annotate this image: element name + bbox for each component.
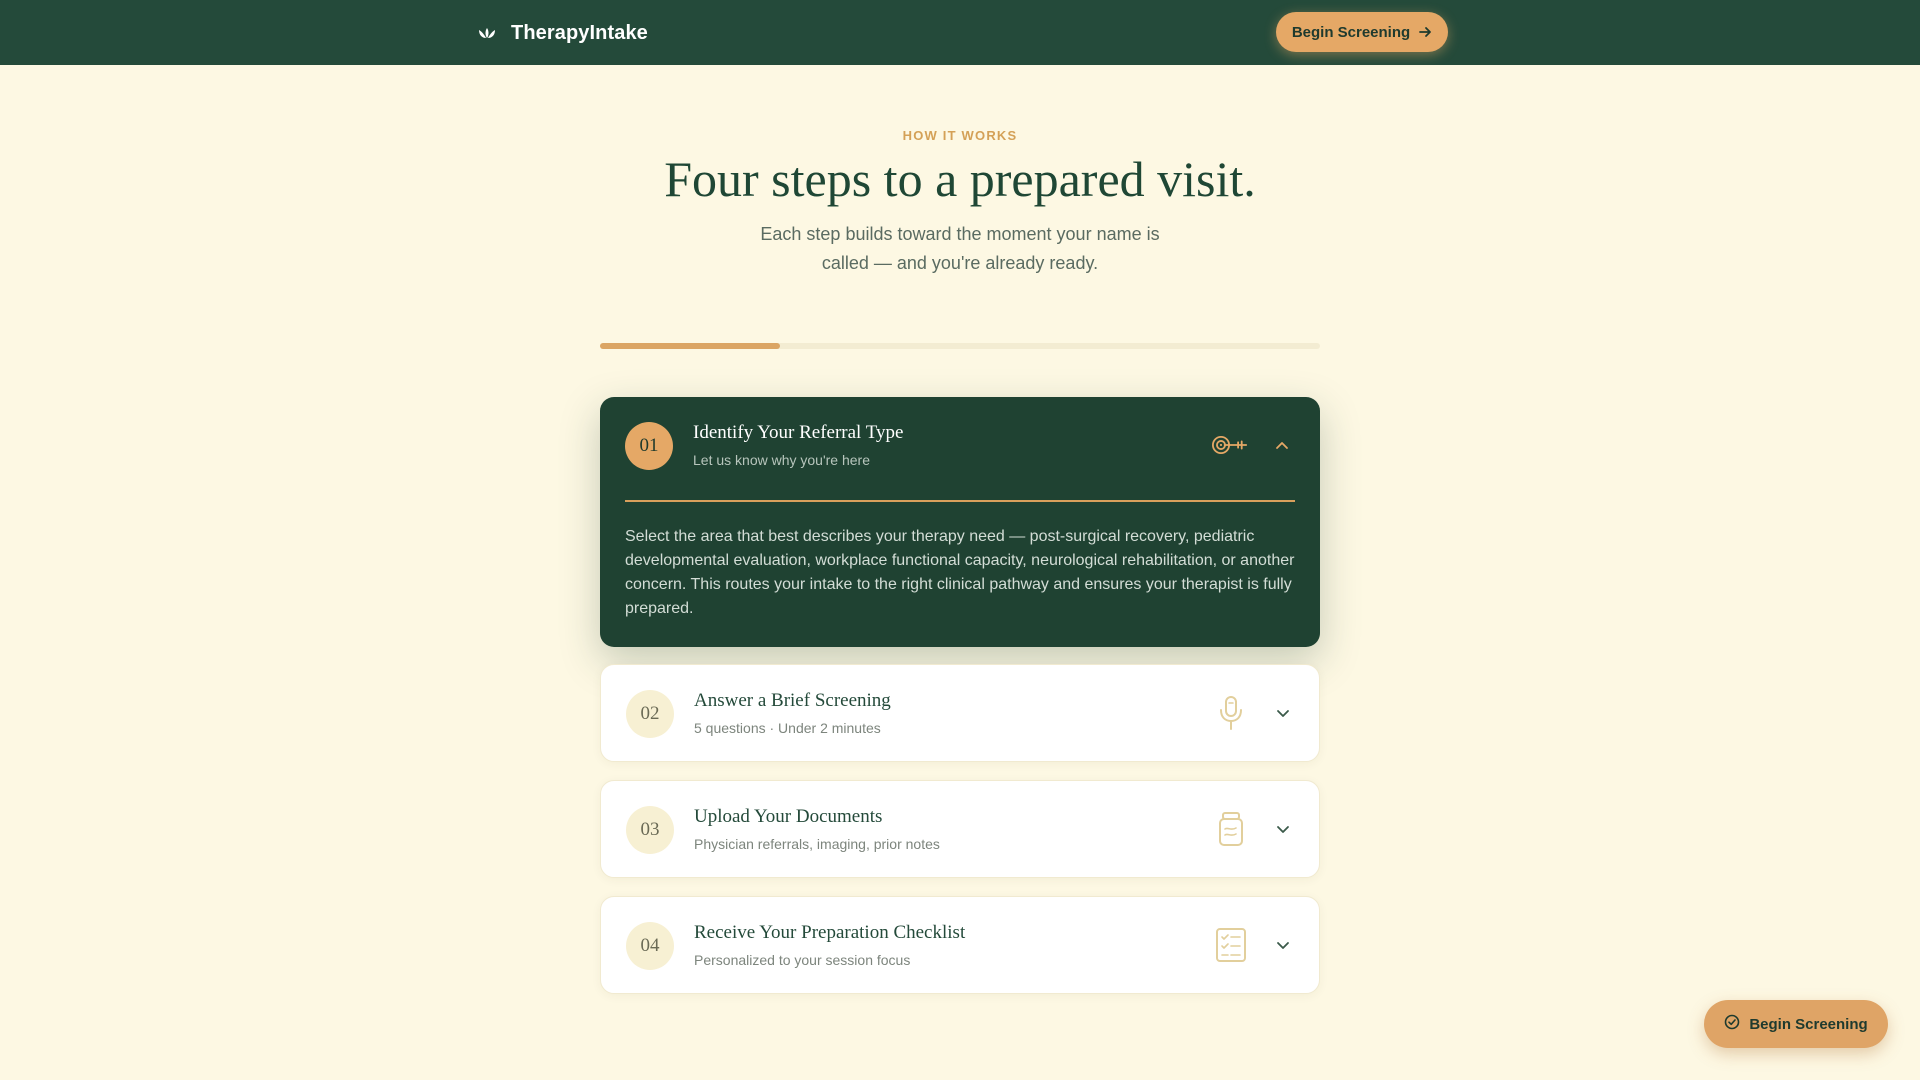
step-divider xyxy=(625,500,1295,502)
chevron-up-icon[interactable] xyxy=(1272,435,1292,455)
brand[interactable]: TherapyIntake xyxy=(477,20,648,46)
step-header[interactable]: 01 Identify Your Referral Type Let us kn… xyxy=(600,397,1320,494)
step-card-2[interactable]: 02 Answer a Brief Screening 5 questions … xyxy=(600,664,1320,762)
document-jar-icon xyxy=(1213,811,1249,847)
step-title: Answer a Brief Screening xyxy=(694,690,891,711)
header-begin-screening-button[interactable]: Begin Screening xyxy=(1276,12,1448,52)
step-title: Identify Your Referral Type xyxy=(693,422,904,443)
brand-name: TherapyIntake xyxy=(511,21,648,44)
target-arrow-icon xyxy=(1212,427,1248,463)
step-description: Let us know why you're here xyxy=(693,452,870,468)
step-description: 5 questions · Under 2 minutes xyxy=(694,720,881,736)
arrow-right-icon xyxy=(1418,25,1432,39)
lotus-icon xyxy=(477,23,497,43)
steps-progress-bar xyxy=(600,343,1320,349)
step-description: Personalized to your session focus xyxy=(694,952,911,968)
section-eyebrow: HOW IT WORKS xyxy=(902,128,1018,143)
step-body-text: Select the area that best describes your… xyxy=(625,528,1295,617)
page-subtitle: Each step builds toward the moment your … xyxy=(760,224,1160,273)
microphone-icon xyxy=(1213,695,1249,731)
step-title: Upload Your Documents xyxy=(694,806,883,827)
check-circle-icon xyxy=(1724,1014,1740,1034)
header-cta-label: Begin Screening xyxy=(1291,23,1411,41)
floating-begin-screening-button[interactable]: Begin Screening xyxy=(1704,1000,1888,1048)
top-navigation-bar: TherapyIntake Begin Screening xyxy=(0,0,1920,65)
step-card-3[interactable]: 03 Upload Your Documents Physician refer… xyxy=(600,780,1320,878)
step-number: 02 xyxy=(626,690,674,738)
chevron-down-icon[interactable] xyxy=(1273,703,1293,723)
step-header[interactable]: 03 Upload Your Documents Physician refer… xyxy=(601,781,1321,878)
page-title: Four steps to a prepared visit. xyxy=(664,151,1256,207)
steps-progress-fill xyxy=(600,343,780,349)
floating-cta-label: Begin Screening xyxy=(1749,1015,1868,1033)
step-card-4[interactable]: 04 Receive Your Preparation Checklist Pe… xyxy=(600,896,1320,994)
step-description: Physician referrals, imaging, prior note… xyxy=(694,836,940,852)
step-number: 01 xyxy=(625,422,673,470)
step-card-1[interactable]: 01 Identify Your Referral Type Let us kn… xyxy=(600,397,1320,647)
step-number: 04 xyxy=(626,922,674,970)
step-number: 03 xyxy=(626,806,674,854)
step-header[interactable]: 02 Answer a Brief Screening 5 questions … xyxy=(601,665,1321,762)
chevron-down-icon[interactable] xyxy=(1273,819,1293,839)
step-title: Receive Your Preparation Checklist xyxy=(694,922,966,943)
chevron-down-icon[interactable] xyxy=(1273,935,1293,955)
step-header[interactable]: 04 Receive Your Preparation Checklist Pe… xyxy=(601,897,1321,994)
checklist-icon xyxy=(1213,927,1249,963)
